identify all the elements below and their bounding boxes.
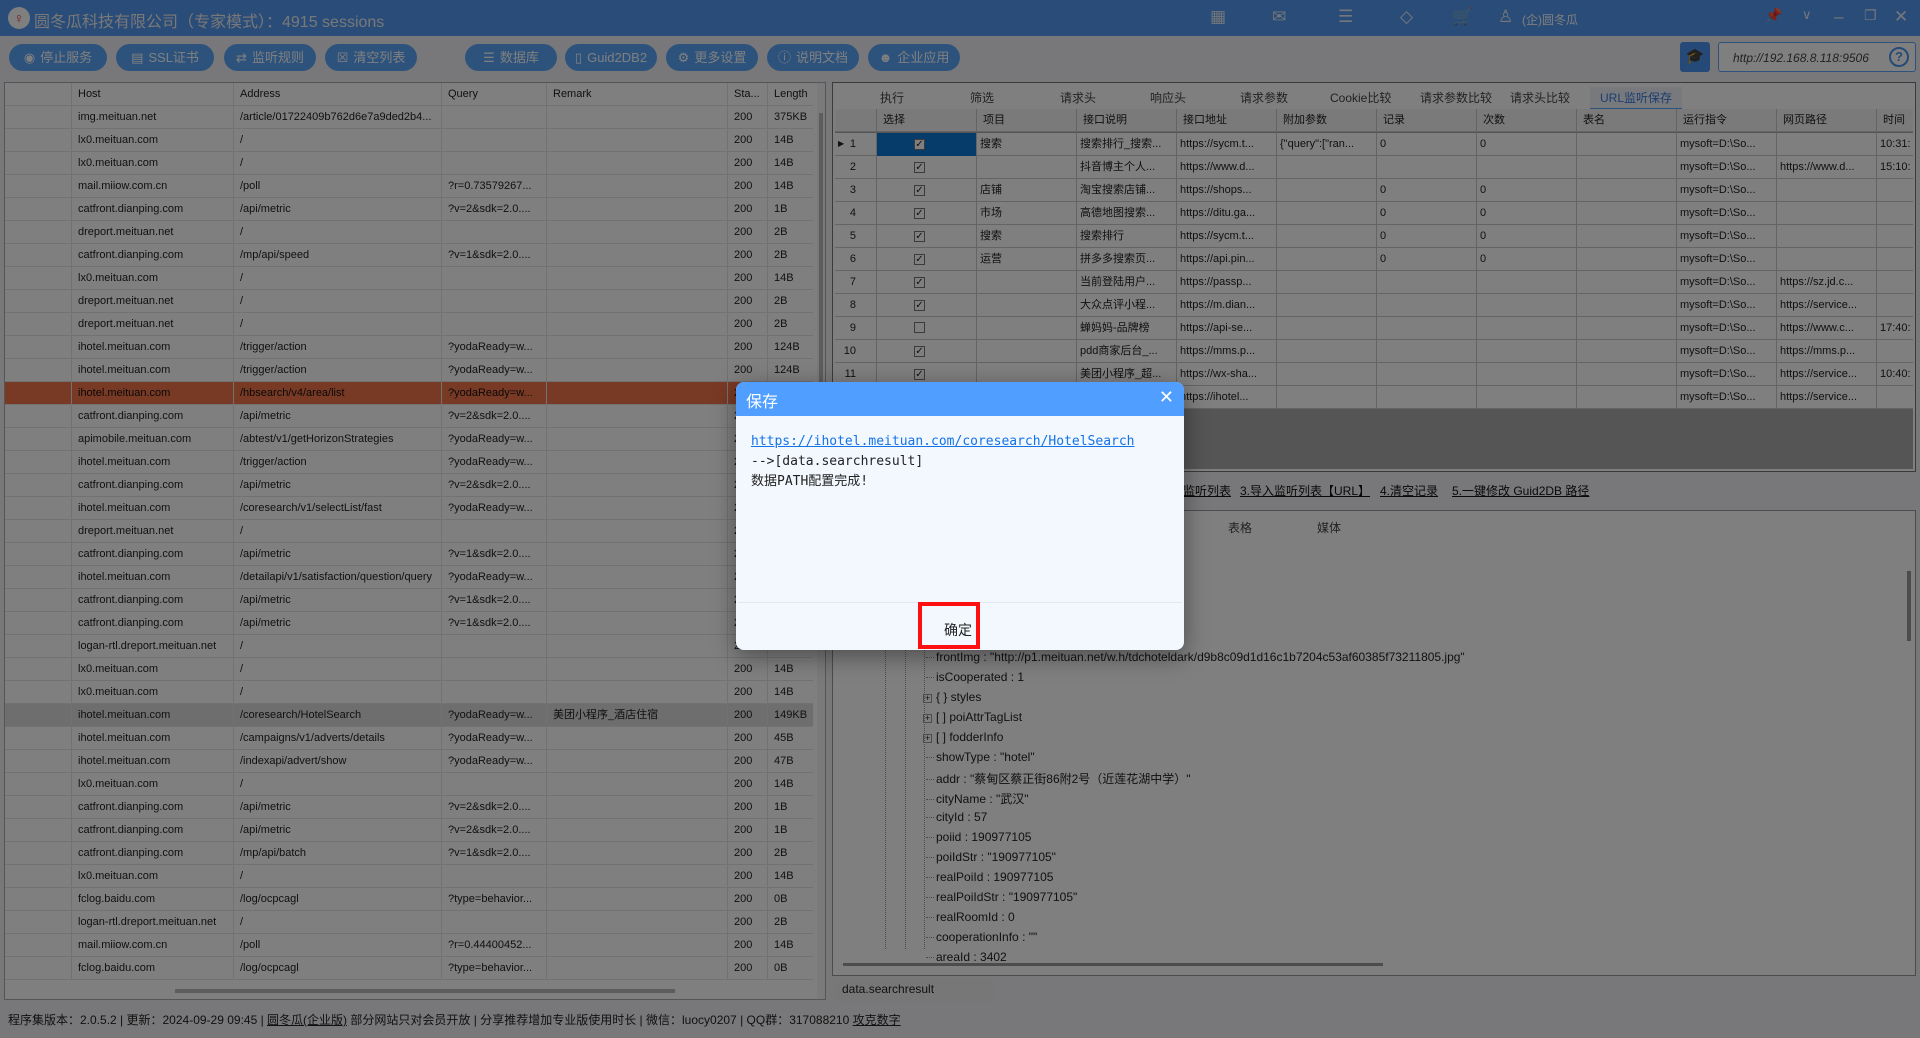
dialog-path: -->[data.searchresult] (751, 454, 924, 469)
close-icon[interactable]: ✕ (1159, 387, 1174, 408)
dialog-url-link[interactable]: https://ihotel.meituan.com/coresearch/Ho… (751, 434, 1135, 449)
dialog-title: 保存 (746, 394, 779, 411)
ok-button[interactable]: 确定 (918, 602, 980, 649)
dialog-header: 保存 ✕ (736, 382, 1184, 416)
dialog-body: https://ihotel.meituan.com/coresearch/Ho… (751, 432, 1135, 492)
save-dialog: 保存 ✕ https://ihotel.meituan.com/coresear… (736, 382, 1184, 650)
dialog-footer: 确定 (738, 602, 1182, 649)
dialog-message: 数据PATH配置完成! (751, 474, 869, 489)
